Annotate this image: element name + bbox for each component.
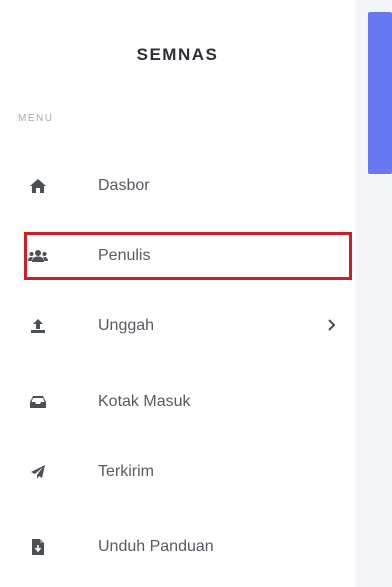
sidebar-item-dasbor[interactable]: Dasbor: [24, 166, 355, 206]
sidebar-item-label: Unduh Panduan: [98, 538, 214, 555]
header-accent-bar: [368, 12, 392, 174]
brand-title[interactable]: SEMNAS: [0, 45, 355, 65]
sidebar: SEMNAS MENU Dasbor Penulis Unggah Kotak …: [0, 0, 355, 587]
users-icon: [28, 246, 48, 266]
sidebar-item-label: Penulis: [98, 247, 151, 264]
sidebar-item-kotak-masuk[interactable]: Kotak Masuk: [24, 382, 355, 422]
inbox-icon: [28, 392, 48, 412]
sidebar-item-label: Kotak Masuk: [98, 393, 191, 410]
paper-plane-icon: [28, 462, 48, 482]
sidebar-item-unggah[interactable]: Unggah: [24, 306, 355, 346]
sidebar-item-label: Unggah: [98, 317, 155, 334]
chevron-right-icon: [327, 318, 337, 337]
file-download-icon: [28, 537, 48, 557]
upload-icon: [28, 316, 48, 336]
sidebar-item-label: Dasbor: [98, 177, 150, 194]
sidebar-item-unduh-panduan[interactable]: Unduh Panduan: [24, 527, 355, 567]
menu-caption: MENU: [18, 113, 54, 124]
sidebar-item-terkirim[interactable]: Terkirim: [24, 452, 355, 492]
sidebar-item-label: Terkirim: [98, 463, 154, 480]
home-icon: [28, 176, 48, 196]
sidebar-item-penulis[interactable]: Penulis: [24, 236, 355, 276]
